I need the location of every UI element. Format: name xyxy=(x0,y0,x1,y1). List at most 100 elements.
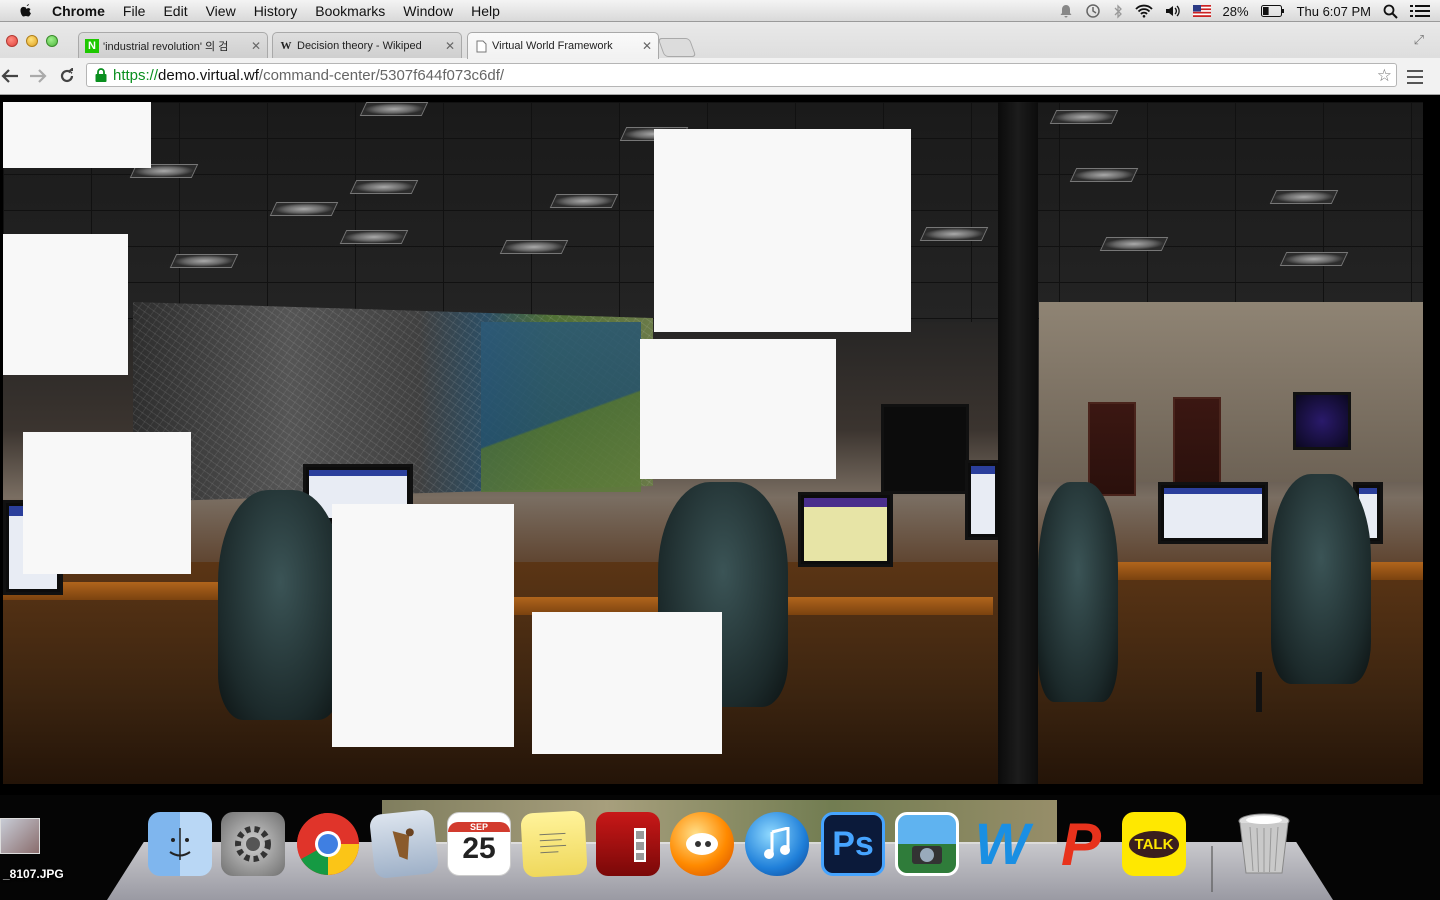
time-machine-icon[interactable] xyxy=(1085,3,1101,19)
naver-favicon-icon: N xyxy=(85,38,99,53)
blank-panel[interactable] xyxy=(332,504,514,747)
restore-window-icon[interactable]: ⤢ xyxy=(1414,32,1424,48)
back-button[interactable] xyxy=(0,66,20,86)
dock-iphoto-icon[interactable] xyxy=(895,812,959,876)
wifi-icon[interactable] xyxy=(1134,4,1153,18)
menu-bookmarks[interactable]: Bookmarks xyxy=(306,0,394,22)
url-scheme: https:// xyxy=(113,66,159,84)
dock-calendar-icon[interactable]: SEP 25 xyxy=(447,812,511,876)
3d-command-center-scene[interactable] xyxy=(3,102,1423,784)
secure-lock-icon[interactable] xyxy=(93,67,109,83)
page-viewport xyxy=(0,95,1440,795)
browser-window-frame: N 'industrial revolution' 의 검 ✕ W Decisi… xyxy=(0,22,1440,95)
ceiling-light xyxy=(919,227,989,241)
desktop-file-label[interactable]: _8107.JPG xyxy=(3,867,64,881)
close-tab-icon[interactable]: ✕ xyxy=(445,39,455,53)
battery-percent: 28% xyxy=(1222,3,1249,19)
desktop-image-file-icon[interactable] xyxy=(0,818,40,854)
url-path: /command-center/5307f644f073c6df/ xyxy=(258,66,505,84)
tab-wikipedia[interactable]: W Decision theory - Wikiped ✕ xyxy=(272,32,462,58)
dock-growl-icon[interactable] xyxy=(670,812,734,876)
dock-separator xyxy=(1211,846,1213,892)
calendar-month: SEP xyxy=(448,822,510,832)
ceiling-light xyxy=(269,202,339,216)
tab-naver-search[interactable]: N 'industrial revolution' 의 검 ✕ xyxy=(78,32,268,58)
dock-photoshop-icon[interactable]: Ps xyxy=(821,812,885,876)
close-tab-icon[interactable]: ✕ xyxy=(251,39,261,53)
dock-photo-booth-icon[interactable] xyxy=(596,812,660,876)
apple-menu-icon[interactable] xyxy=(18,3,34,19)
wall-display xyxy=(881,404,969,494)
bookmark-star-icon[interactable]: ☆ xyxy=(1377,66,1392,86)
ceiling-light xyxy=(549,194,619,208)
spotlight-icon[interactable] xyxy=(1383,4,1398,19)
dock-finder-icon[interactable] xyxy=(148,812,212,876)
bluetooth-icon[interactable] xyxy=(1113,3,1123,19)
dock-chrome-icon[interactable] xyxy=(296,812,360,876)
menu-help[interactable]: Help xyxy=(462,0,509,22)
battery-icon[interactable] xyxy=(1260,5,1285,17)
blank-panel[interactable] xyxy=(23,432,191,574)
browser-toolbar: https://demo.virtual.wf/command-center/5… xyxy=(0,58,1440,95)
blank-panel[interactable] xyxy=(3,102,151,168)
back-arrow-icon xyxy=(1,69,18,83)
blank-panel[interactable] xyxy=(654,129,911,332)
menu-history[interactable]: History xyxy=(245,0,307,22)
zoom-window-button[interactable] xyxy=(46,35,58,47)
blank-panel[interactable] xyxy=(532,612,722,754)
menu-window[interactable]: Window xyxy=(394,0,462,22)
ceiling-light xyxy=(359,102,429,116)
dock-stickies-icon[interactable] xyxy=(520,810,588,878)
us-flag-icon[interactable] xyxy=(1192,5,1211,17)
forward-arrow-icon xyxy=(30,69,47,83)
address-bar[interactable]: https://demo.virtual.wf/command-center/5… xyxy=(86,63,1397,87)
chrome-menu-button[interactable] xyxy=(1407,66,1423,86)
workstation-monitor xyxy=(798,492,893,567)
door xyxy=(1173,397,1221,491)
menu-edit[interactable]: Edit xyxy=(154,0,196,22)
satellite-map-coastline xyxy=(481,322,641,492)
dock-system-preferences-icon[interactable] xyxy=(221,812,285,876)
dock-itunes-icon[interactable] xyxy=(745,812,809,876)
calendar-day: 25 xyxy=(462,832,496,865)
url-host: demo.virtual.wf xyxy=(158,66,259,84)
menu-app-chrome[interactable]: Chrome xyxy=(46,0,114,22)
office-chair xyxy=(1038,482,1118,702)
wikipedia-favicon-icon: W xyxy=(280,39,292,52)
menubar-clock[interactable]: Thu 6:07 PM xyxy=(1297,4,1371,19)
ceiling-light xyxy=(339,230,409,244)
dock-powerpoint-icon[interactable]: P xyxy=(1049,811,1113,878)
menu-file[interactable]: File xyxy=(114,0,155,22)
ceiling-light xyxy=(1099,237,1169,251)
kakao-label: TALK xyxy=(1128,830,1180,858)
door xyxy=(1088,402,1136,496)
close-tab-icon[interactable]: ✕ xyxy=(642,39,652,53)
ceiling-light xyxy=(169,254,239,268)
notification-center-icon[interactable] xyxy=(1410,4,1430,18)
ceiling-light xyxy=(1279,252,1349,266)
minimize-window-button[interactable] xyxy=(26,35,38,47)
tab-title: Virtual World Framework xyxy=(492,40,613,52)
office-chair xyxy=(218,490,343,720)
blank-panel[interactable] xyxy=(640,339,836,479)
dock-word-icon[interactable]: W xyxy=(970,812,1034,877)
workstation-monitor xyxy=(965,460,1001,540)
photoshop-label: Ps xyxy=(832,824,874,863)
menu-view[interactable]: View xyxy=(197,0,245,22)
reload-icon xyxy=(60,68,74,83)
volume-icon[interactable] xyxy=(1165,4,1181,18)
new-tab-button[interactable] xyxy=(657,38,697,57)
support-pillar xyxy=(998,102,1038,784)
dock-mail-icon[interactable] xyxy=(368,808,440,880)
forward-button[interactable] xyxy=(28,66,48,86)
close-window-button[interactable] xyxy=(6,35,18,47)
dock-trash-icon[interactable] xyxy=(1232,812,1296,876)
reload-button[interactable] xyxy=(57,66,77,86)
ceiling-light xyxy=(499,240,569,254)
dock-kakaotalk-icon[interactable]: TALK xyxy=(1122,812,1186,876)
notifications-icon[interactable] xyxy=(1059,4,1073,18)
blank-panel[interactable] xyxy=(3,234,128,375)
ceiling-light xyxy=(1269,190,1339,204)
tab-virtual-world-framework[interactable]: Virtual World Framework ✕ xyxy=(467,32,659,59)
chair-base xyxy=(1256,672,1262,712)
